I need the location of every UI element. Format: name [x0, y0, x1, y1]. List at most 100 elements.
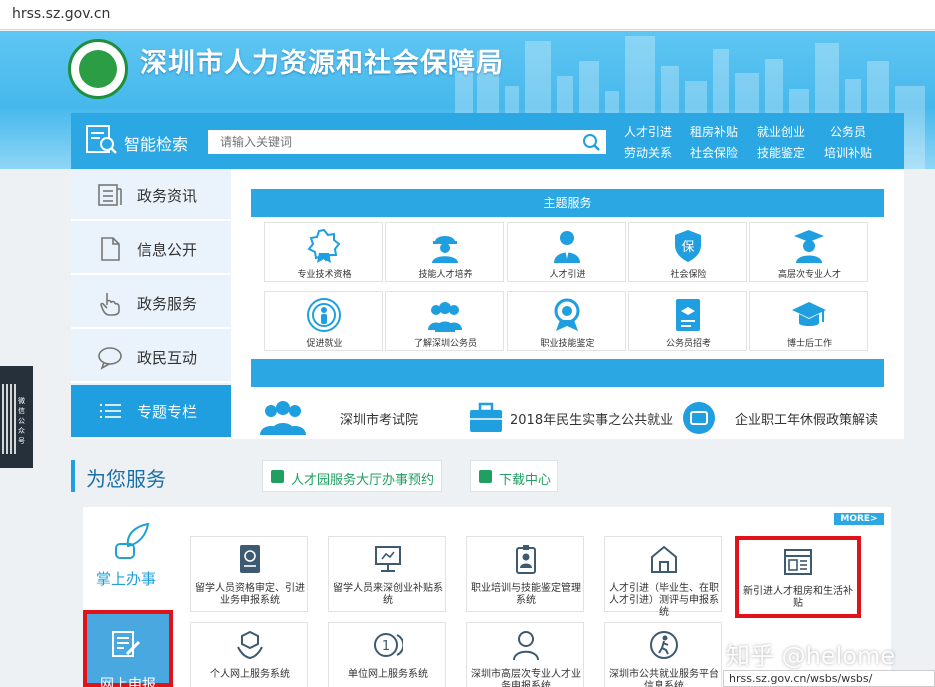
online-declaration-tile[interactable]: 网上申报	[83, 610, 173, 687]
status-bar-url: hrss.sz.gov.cn/wsbs/wsbs/	[723, 670, 935, 687]
theme-tile-civil-servant-info[interactable]: 了解深圳公务员	[385, 291, 504, 351]
quick-link-talent[interactable]: 人才引进	[624, 123, 672, 140]
quick-link-insurance[interactable]: 社会保险	[690, 144, 738, 161]
sidebar-item-disclosure[interactable]: 信息公开	[71, 223, 231, 275]
service-tile-vocational-training[interactable]: 职业培训与技能鉴定管理系统	[466, 536, 584, 612]
theme-tile-employment-promotion[interactable]: 促进就业	[264, 291, 383, 351]
svg-text:1: 1	[382, 639, 390, 654]
briefcase-icon	[470, 402, 502, 432]
svg-text:保: 保	[681, 240, 694, 255]
address-bar[interactable]: hrss.sz.gov.cn	[0, 0, 935, 30]
theme-tile-skill-appraisal[interactable]: 职业技能鉴定	[507, 291, 626, 351]
sidebar-item-label: 政务资讯	[137, 187, 198, 205]
sidebar-item-topics[interactable]: 专题专栏	[71, 385, 231, 439]
service-tile-personal-online[interactable]: 个人网上服务系统	[190, 622, 308, 687]
notice-exam-center[interactable]: 深圳市考试院	[340, 409, 418, 428]
webpage-icon	[784, 549, 812, 575]
house-icon	[651, 545, 677, 573]
theme-tile-talent-introduction[interactable]: 人才引进	[507, 222, 626, 282]
tile-label: 公务员招考	[665, 339, 711, 349]
walking-icon	[650, 631, 678, 659]
quick-link-civil-servant[interactable]: 公务员	[830, 123, 866, 140]
tile-label: 单位网上服务系统	[348, 669, 428, 680]
notice-public-employment[interactable]: 2018年民生实事之公共就业	[510, 409, 673, 428]
theme-tile-professional-qualification[interactable]: 专业技术资格	[264, 222, 383, 282]
service-tile-talent-assessment[interactable]: 人才引进（毕业生、在职人才引进）测评与申报系统	[604, 536, 722, 618]
graduate-icon	[794, 230, 824, 263]
sidebar-item-label: 专题专栏	[137, 403, 198, 421]
quick-link-rent[interactable]: 租房补贴	[690, 123, 738, 140]
sidebar-item-interaction[interactable]: 政民互动	[71, 331, 231, 383]
tile-label: 职业培训与技能鉴定管理系统	[471, 583, 581, 606]
chat-bubble-icon	[98, 347, 122, 370]
tile-label: 人才引进	[549, 270, 586, 280]
notice-annual-leave[interactable]: 企业职工年休假政策解读	[735, 409, 878, 428]
tile-label: 博士后工作	[786, 339, 832, 349]
signal-person-icon	[307, 298, 341, 332]
service-tile-unit-online[interactable]: 1 单位网上服务系统	[328, 622, 446, 687]
service-tile-overseas-qualification[interactable]: 留学人员资格审定、引进业务申报系统	[190, 536, 308, 612]
tile-label: 新引进人才租房和生活补贴	[743, 586, 853, 609]
tile-label: 了解深圳公务员	[413, 339, 477, 349]
url-text[interactable]: hrss.sz.gov.cn	[12, 6, 110, 22]
group-icon	[428, 302, 462, 332]
hands-box-icon	[237, 630, 263, 660]
search-title: 智能检索	[124, 135, 189, 154]
banner-strip	[251, 359, 884, 387]
more-link[interactable]: MORE>	[834, 513, 884, 525]
group-icon	[260, 401, 306, 435]
computer-icon	[375, 546, 401, 572]
service-tile-public-employment[interactable]: 深圳市公共就业服务平台信息系统	[604, 622, 722, 687]
exam-icon	[676, 299, 700, 331]
tile-label: 高层次专业人才	[777, 270, 841, 280]
appointment-button[interactable]: 人才园服务大厅办事预约	[262, 460, 442, 492]
sidebar-item-label: 政务服务	[137, 295, 198, 313]
tile-label: 技能人才培养	[418, 270, 473, 280]
online-tile-label: 网上申报	[100, 677, 156, 687]
tile-label: 留学人员资格审定、引进业务申报系统	[195, 583, 305, 606]
search-input[interactable]	[208, 130, 606, 154]
medal-icon	[554, 298, 580, 331]
tile-label: 促进就业	[306, 339, 343, 349]
sidebar-item-news[interactable]: 政务资讯	[71, 169, 231, 221]
theme-tile-social-insurance[interactable]: 保 社会保险	[628, 222, 747, 282]
mobile-service-link[interactable]: 掌上办事	[96, 568, 156, 589]
mobile-leaf-icon	[115, 522, 150, 559]
bureau-logo[interactable]	[68, 39, 128, 99]
site-title: 深圳市人力资源和社会保障局	[140, 48, 504, 79]
theme-tile-high-level-talent[interactable]: 高层次专业人才	[749, 222, 868, 282]
mortarboard-icon	[792, 302, 826, 326]
watermark: 知乎 @helome	[726, 642, 896, 670]
theme-tile-postdoctoral[interactable]: 博士后工作	[749, 291, 868, 351]
quick-link-training[interactable]: 培训补贴	[824, 144, 872, 161]
tile-label: 深圳市公共就业服务平台信息系统	[609, 669, 719, 687]
theme-tile-civil-exam[interactable]: 公务员招考	[628, 291, 747, 351]
theme-tile-skill-training[interactable]: 技能人才培养	[385, 222, 504, 282]
tile-label: 深圳市高层次专业人才业务申报系统	[471, 669, 581, 687]
tree-emblem-icon	[79, 50, 117, 88]
person-icon	[554, 231, 580, 263]
download-center-button[interactable]: 下载中心	[470, 460, 558, 492]
news-icon	[98, 184, 122, 206]
hand-pointer-icon	[100, 293, 120, 316]
person-outline-icon	[513, 631, 539, 661]
quick-link-employment[interactable]: 就业创业	[757, 123, 805, 140]
service-tile-high-level-talent[interactable]: 深圳市高层次专业人才业务申报系统	[466, 622, 584, 687]
search-icon[interactable]	[580, 131, 604, 153]
tile-label: 专业技术资格	[297, 270, 352, 280]
sidebar-item-services[interactable]: 政务服务	[71, 277, 231, 329]
document-icon	[101, 237, 120, 261]
qr-code-float[interactable]: 微信公众号	[0, 366, 33, 468]
pill-label: 下载中心	[499, 473, 552, 488]
certificate-icon	[307, 228, 341, 263]
qr-code-icon	[2, 384, 16, 454]
quick-link-skill[interactable]: 技能鉴定	[757, 144, 805, 161]
shield-icon: 保	[675, 230, 701, 262]
quick-link-labor[interactable]: 劳动关系	[624, 144, 672, 161]
service-tile-overseas-startup[interactable]: 留学人员来深创业补贴系统	[328, 536, 446, 612]
tile-label: 职业技能鉴定	[540, 339, 595, 349]
pill-icon	[479, 470, 492, 483]
service-tile-rental-subsidy[interactable]: 新引进人才租房和生活补贴	[735, 536, 861, 618]
tile-label: 留学人员来深创业补贴系统	[333, 583, 443, 606]
qr-caption: 微信公众号	[18, 397, 25, 445]
